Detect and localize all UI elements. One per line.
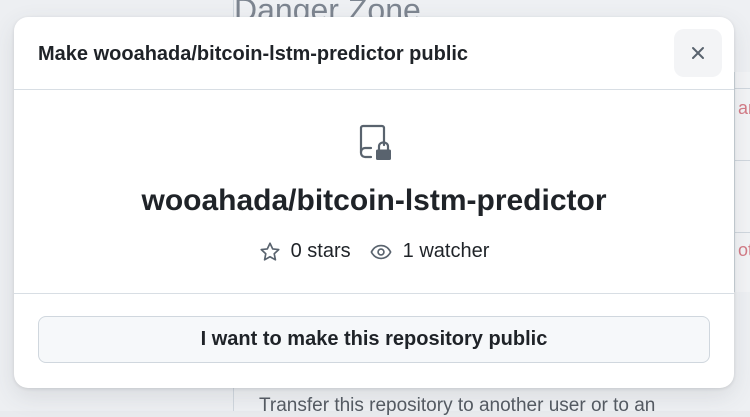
danger-zone-action-text: ote	[738, 240, 750, 260]
close-button[interactable]	[674, 29, 722, 77]
dialog-header: Make wooahada/bitcoin-lstm-predictor pub…	[14, 17, 734, 90]
dialog-body: wooahada/bitcoin-lstm-predictor 0 stars …	[14, 90, 734, 294]
watchers-stat: 1 watcher	[369, 240, 490, 263]
make-public-confirm-button[interactable]: I want to make this repository public	[38, 316, 710, 363]
dialog-title: Make wooahada/bitcoin-lstm-predictor pub…	[38, 43, 469, 65]
danger-zone-divider	[735, 160, 750, 161]
danger-zone-divider	[735, 88, 750, 89]
star-icon	[260, 241, 280, 261]
repository-stats: 0 stars 1 watcher	[14, 240, 734, 263]
repo-locked-icon	[359, 124, 391, 160]
danger-zone-divider	[735, 232, 750, 233]
eye-icon	[370, 244, 392, 259]
x-icon	[692, 47, 704, 59]
repository-name: wooahada/bitcoin-lstm-predictor	[141, 184, 607, 217]
stars-stat: 0 stars	[259, 240, 351, 263]
transfer-description: Transfer this repository to another user…	[259, 395, 656, 416]
make-public-dialog: Make wooahada/bitcoin-lstm-predictor pub…	[14, 17, 734, 388]
dialog-footer: I want to make this repository public	[14, 294, 734, 388]
stars-count: 0 stars	[290, 240, 351, 262]
danger-zone-action-text: an	[738, 98, 750, 118]
watchers-count: 1 watcher	[402, 240, 490, 262]
